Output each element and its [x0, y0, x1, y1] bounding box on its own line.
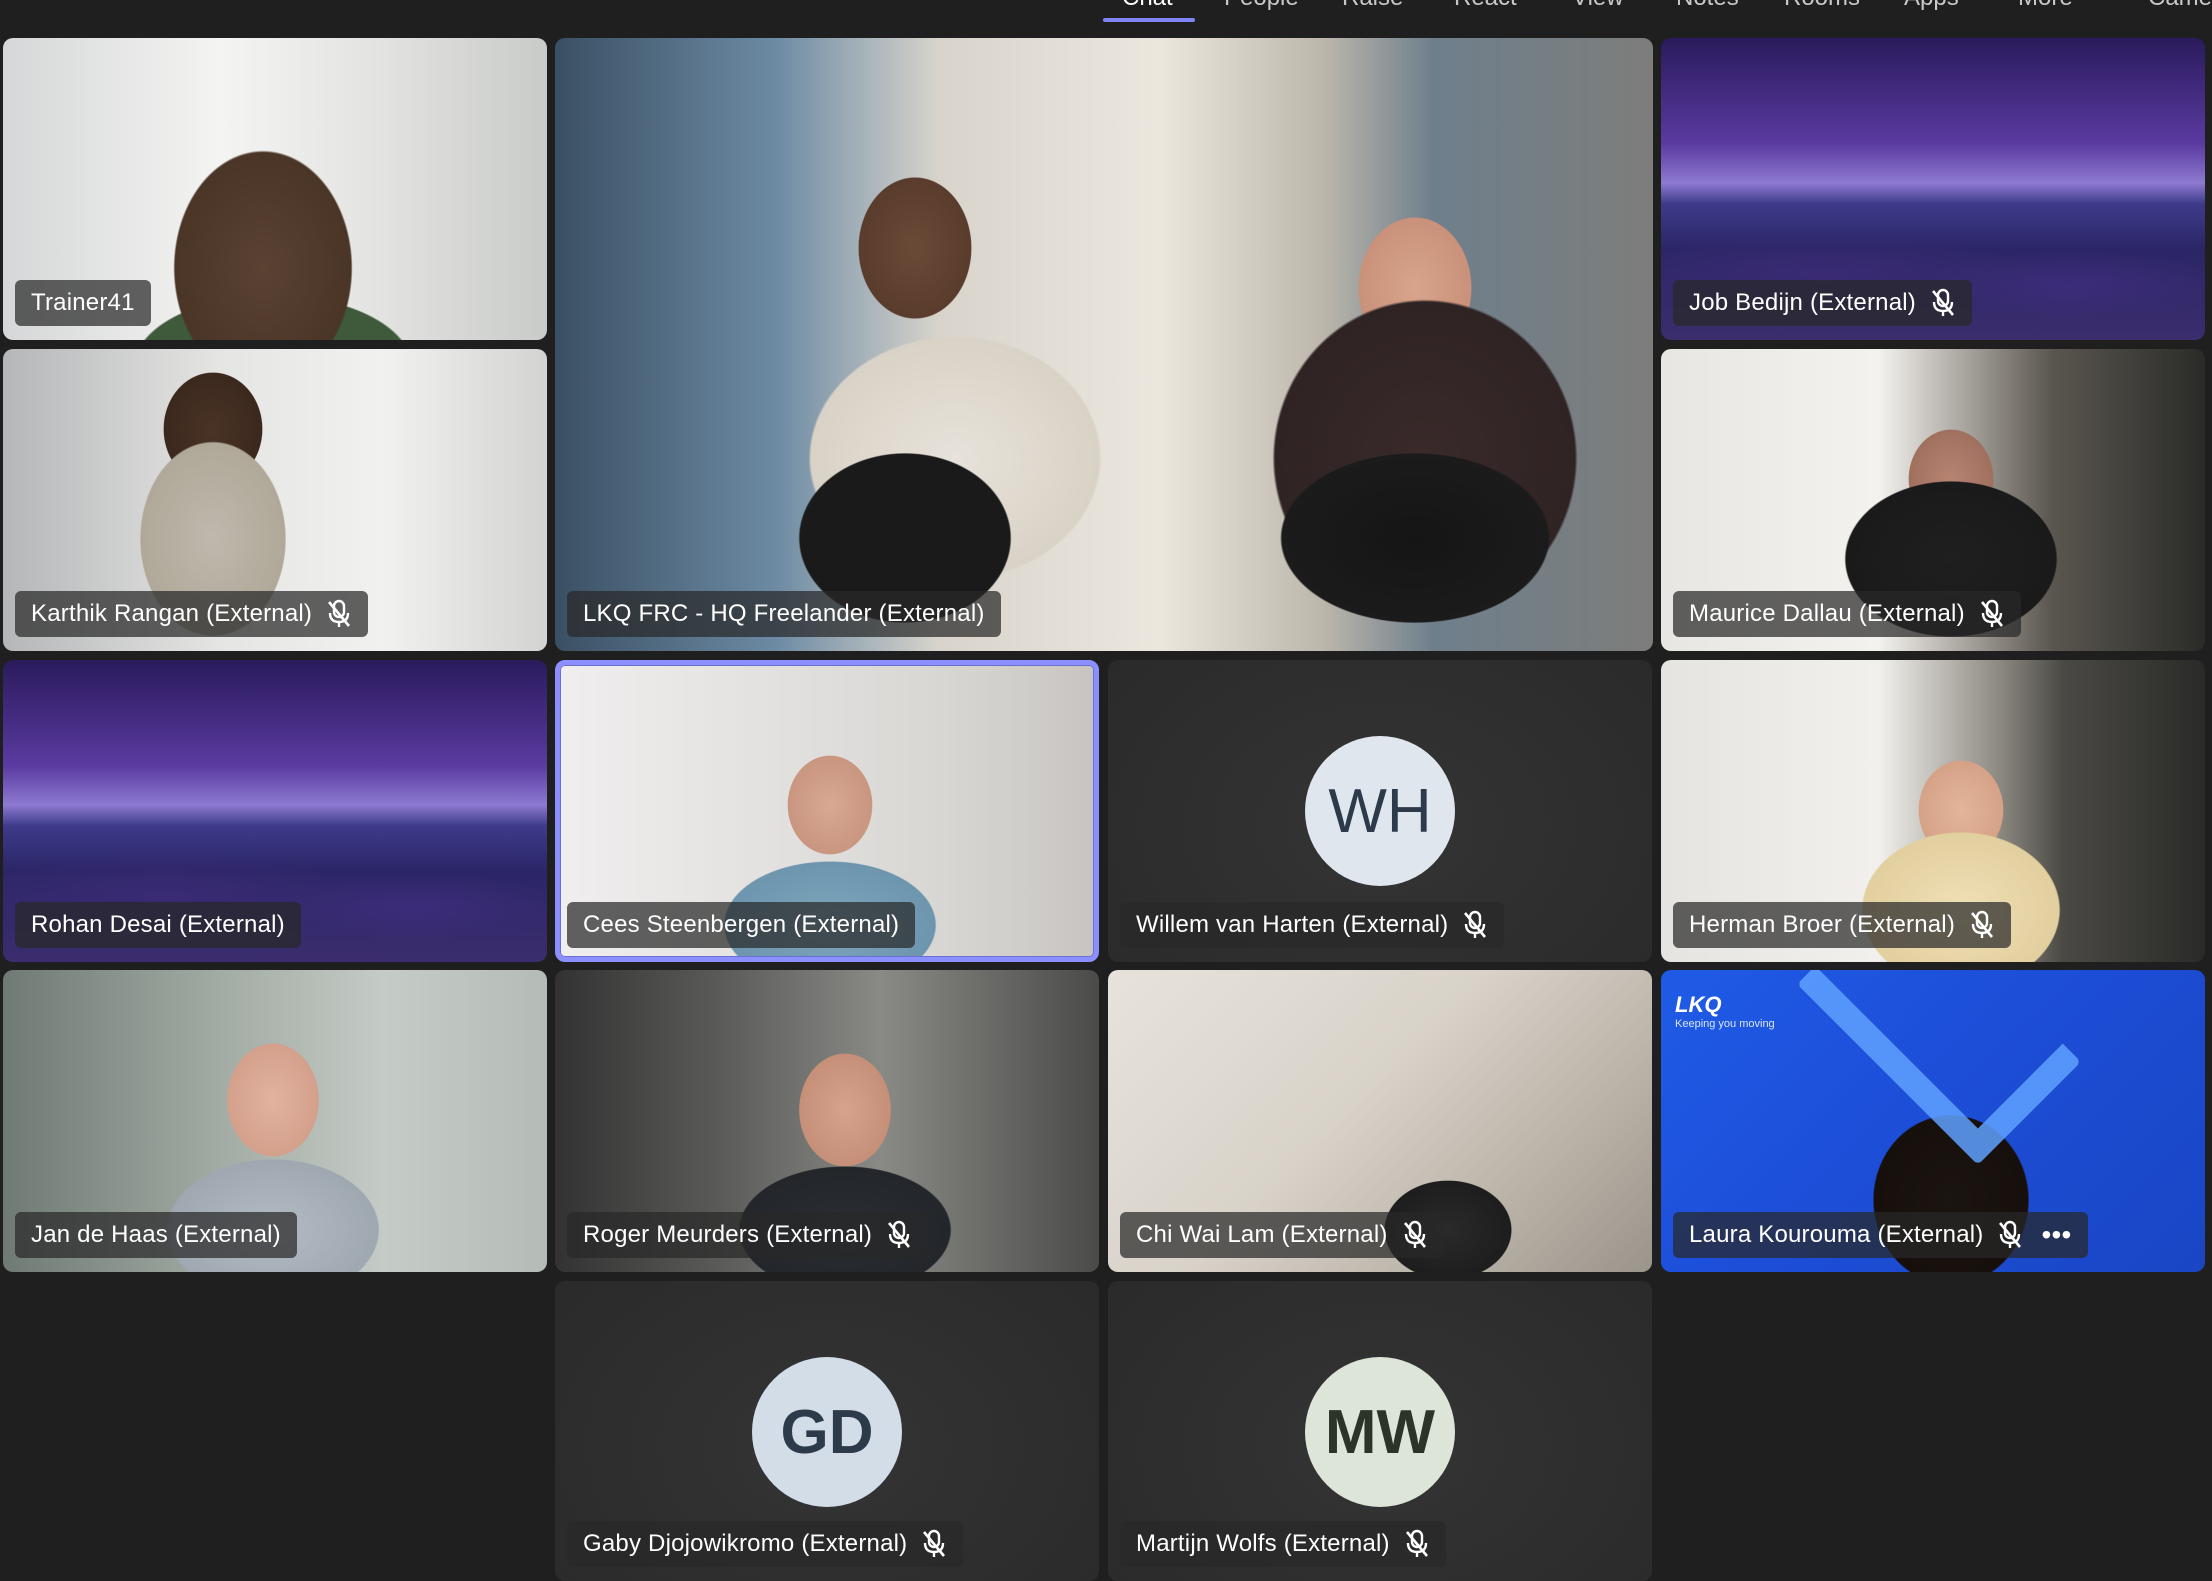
- video-tile-cees-steenbergen[interactable]: Cees Steenbergen (External): [555, 660, 1099, 962]
- tab-people[interactable]: People: [1224, 0, 1299, 12]
- video-tile-laura-kourouma[interactable]: LKQ Keeping you moving Laura Kourouma (E…: [1661, 970, 2205, 1272]
- video-tile-karthik-rangan[interactable]: Karthik Rangan (External): [3, 349, 547, 651]
- participant-nameplate: Roger Meurders (External): [567, 1212, 929, 1258]
- avatar: MW: [1305, 1357, 1455, 1507]
- mic-off-icon: [1464, 910, 1487, 938]
- tab-notes[interactable]: Notes: [1676, 0, 1739, 12]
- participant-name: Cees Steenbergen (External): [583, 911, 900, 938]
- participant-nameplate: Job Bedijn (External): [1673, 280, 1972, 326]
- mic-off-icon: [888, 1220, 911, 1248]
- mic-off-icon: [328, 599, 351, 627]
- tab-raise[interactable]: Raise: [1342, 0, 1403, 12]
- participant-name: Roger Meurders (External): [583, 1221, 873, 1248]
- participant-name: Laura Kourouma (External): [1689, 1221, 1984, 1248]
- mic-off-icon: [1403, 1220, 1426, 1248]
- participant-nameplate: Rohan Desai (External): [15, 902, 301, 948]
- participant-name: Martijn Wolfs (External): [1136, 1530, 1390, 1557]
- meeting-toolbar: Chat People Raise React View Notes Rooms…: [0, 0, 2212, 34]
- background-chevron-graphic: [1796, 970, 2082, 1166]
- video-tile-jan-de-haas[interactable]: Jan de Haas (External): [3, 970, 547, 1272]
- tab-apps[interactable]: Apps: [1904, 0, 1959, 12]
- mic-off-icon: [1980, 599, 2003, 627]
- video-tile-roger-meurders[interactable]: Roger Meurders (External): [555, 970, 1099, 1272]
- video-tile-trainer41[interactable]: Trainer41: [3, 38, 547, 340]
- participant-name: Herman Broer (External): [1689, 911, 1956, 938]
- mic-off-icon: [1999, 1220, 2022, 1248]
- mic-off-icon: [923, 1529, 946, 1557]
- tab-react[interactable]: React: [1454, 0, 1517, 12]
- participant-nameplate: Herman Broer (External): [1673, 902, 2012, 948]
- participant-nameplate: Karthik Rangan (External): [15, 591, 369, 637]
- participant-nameplate: Laura Kourouma (External) •••: [1673, 1212, 2088, 1258]
- participant-name: Chi Wai Lam (External): [1136, 1221, 1388, 1248]
- tab-more[interactable]: More: [2018, 0, 2073, 12]
- participant-name: LKQ FRC - HQ Freelander (External): [583, 600, 985, 627]
- avatar: WH: [1305, 736, 1455, 886]
- video-tile-maurice-dallau[interactable]: Maurice Dallau (External): [1661, 349, 2205, 651]
- mic-off-icon: [1971, 910, 1994, 938]
- participant-nameplate: Chi Wai Lam (External): [1120, 1212, 1444, 1258]
- avatar: GD: [752, 1357, 902, 1507]
- lkq-logo: LKQ: [1675, 992, 1722, 1017]
- participant-name: Job Bedijn (External): [1689, 289, 1916, 316]
- tab-rooms[interactable]: Rooms: [1784, 0, 1860, 12]
- tab-chat[interactable]: Chat: [1122, 0, 1173, 12]
- participant-nameplate: Martijn Wolfs (External): [1120, 1521, 1446, 1567]
- lkq-tagline: Keeping you moving: [1675, 1018, 1775, 1030]
- video-tile-willem-van-harten[interactable]: WH Willem van Harten (External): [1108, 660, 1652, 962]
- participant-name: Jan de Haas (External): [31, 1221, 281, 1248]
- participant-nameplate: Cees Steenbergen (External): [567, 902, 916, 948]
- video-tile-gaby-djojowikromo[interactable]: GD Gaby Djojowikromo (External): [555, 1281, 1099, 1581]
- active-tab-indicator: [1103, 18, 1195, 22]
- more-options-icon[interactable]: •••: [2041, 1221, 2071, 1249]
- mic-off-icon: [1405, 1529, 1428, 1557]
- participant-nameplate: Trainer41: [15, 280, 151, 326]
- video-tile-lkq-hq-freelander[interactable]: LKQ FRC - HQ Freelander (External): [555, 38, 1653, 651]
- participant-nameplate: Maurice Dallau (External): [1673, 591, 2021, 637]
- participant-name: Trainer41: [31, 289, 135, 316]
- video-tile-martijn-wolfs[interactable]: MW Martijn Wolfs (External): [1108, 1281, 1652, 1581]
- participant-name: Willem van Harten (External): [1136, 911, 1449, 938]
- video-tile-job-bedijn[interactable]: Job Bedijn (External): [1661, 38, 2205, 340]
- video-tile-chi-wai-lam[interactable]: Chi Wai Lam (External): [1108, 970, 1652, 1272]
- participant-name: Maurice Dallau (External): [1689, 600, 1965, 627]
- video-tile-rohan-desai[interactable]: Rohan Desai (External): [3, 660, 547, 962]
- participant-name: Karthik Rangan (External): [31, 600, 313, 627]
- participant-nameplate: Gaby Djojowikromo (External): [567, 1521, 964, 1567]
- participant-nameplate: LKQ FRC - HQ Freelander (External): [567, 591, 1001, 637]
- participant-name: Rohan Desai (External): [31, 911, 285, 938]
- participant-name: Gaby Djojowikromo (External): [583, 1530, 908, 1557]
- video-tile-herman-broer[interactable]: Herman Broer (External): [1661, 660, 2205, 962]
- participant-nameplate: Willem van Harten (External): [1120, 902, 1505, 948]
- tab-view[interactable]: View: [1572, 0, 1624, 12]
- participant-nameplate: Jan de Haas (External): [15, 1212, 297, 1258]
- tab-camera[interactable]: Came: [2148, 0, 2212, 12]
- mic-off-icon: [1931, 288, 1954, 316]
